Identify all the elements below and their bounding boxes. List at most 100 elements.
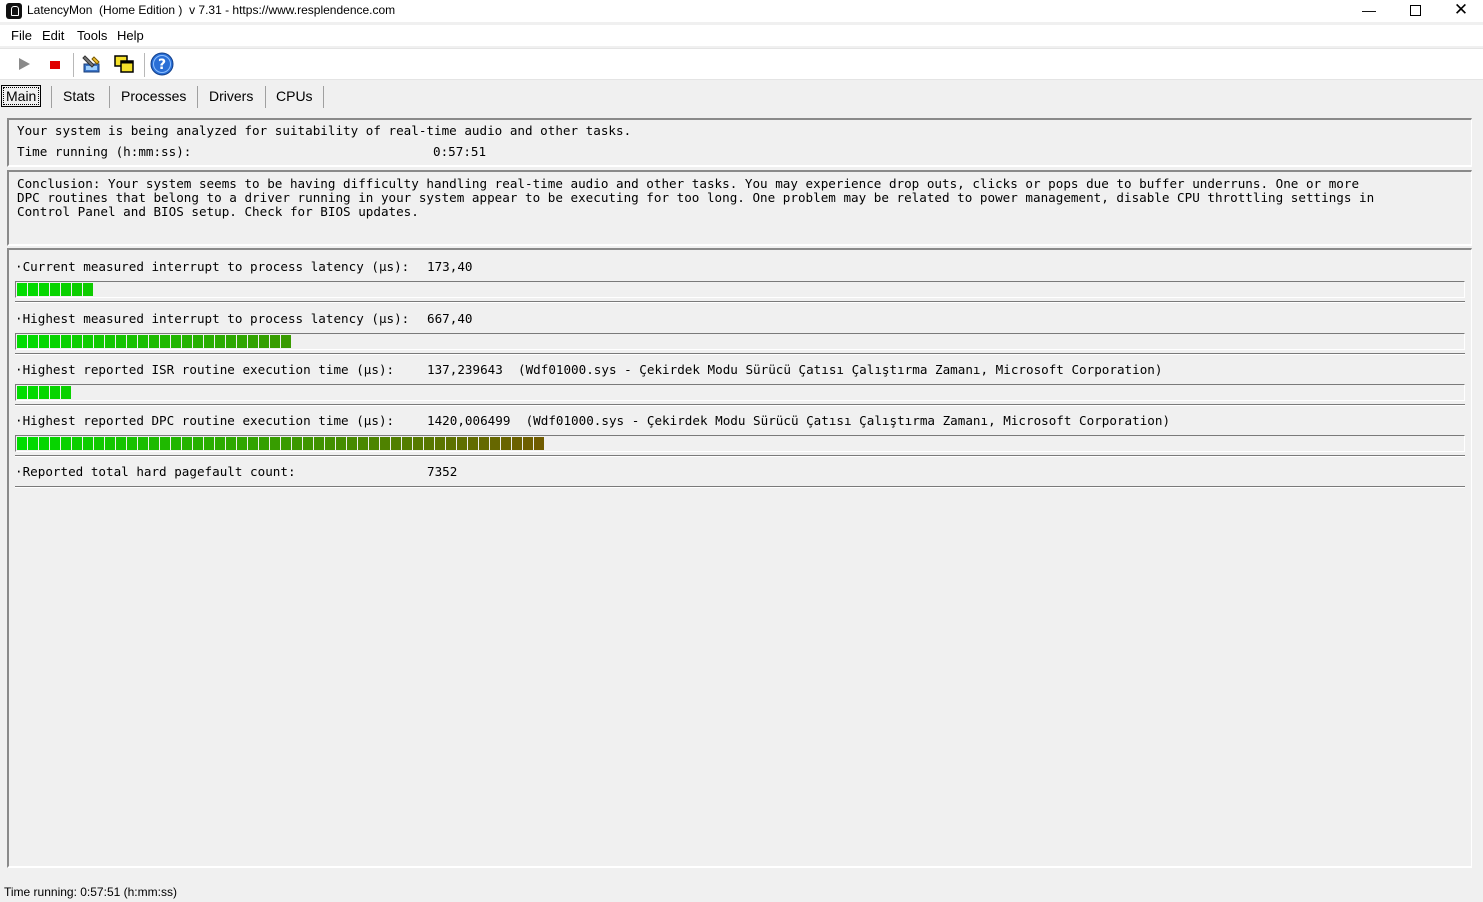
bar-segment: [380, 437, 390, 450]
bar-segment: [50, 386, 60, 399]
highest-latency-value: 667,40: [427, 311, 473, 326]
bar-segment: [105, 335, 115, 348]
highest-latency-bar: [15, 333, 1465, 350]
bar-segment: [391, 437, 401, 450]
bar-segment: [39, 386, 49, 399]
bar-segment: [204, 437, 214, 450]
tab-bar: Main Stats Processes Drivers CPUs: [0, 84, 1483, 110]
divider: [15, 455, 1465, 457]
bar-segment: [215, 335, 225, 348]
menu-file[interactable]: File: [11, 28, 32, 43]
bar-segment: [17, 283, 27, 296]
bar-segment: [50, 335, 60, 348]
dpc-time-label: ·Highest reported DPC routine execution …: [15, 413, 395, 428]
bar-segment: [83, 437, 93, 450]
bar-segment: [523, 437, 533, 450]
bar-segment: [39, 283, 49, 296]
bar-segment: [226, 437, 236, 450]
bar-segment: [94, 335, 104, 348]
divider: [15, 486, 1465, 488]
highest-latency-label: ·Highest measured interrupt to process l…: [15, 311, 410, 326]
bar-segment: [94, 437, 104, 450]
bar-segment: [17, 335, 27, 348]
bar-segment: [28, 335, 38, 348]
tab-divider: [51, 86, 52, 108]
bar-segment: [116, 437, 126, 450]
tab-stats[interactable]: Stats: [59, 84, 99, 108]
isr-time-value: 137,239643 (Wdf01000.sys - Çekirdek Modu…: [427, 362, 1163, 377]
tab-main[interactable]: Main: [1, 85, 42, 107]
toolbar-separator: [144, 53, 145, 77]
bar-segment: [72, 335, 82, 348]
close-button[interactable]: ✕: [1438, 0, 1483, 22]
tab-cpus[interactable]: CPUs: [272, 84, 317, 108]
bar-segment: [116, 335, 126, 348]
bar-segment: [61, 437, 71, 450]
tab-drivers[interactable]: Drivers: [205, 84, 257, 108]
bar-segment: [270, 437, 280, 450]
bar-segment: [39, 437, 49, 450]
conclusion-panel: Conclusion: Your system seems to be havi…: [7, 170, 1472, 246]
bar-segment: [171, 437, 181, 450]
bar-segment: [512, 437, 522, 450]
bar-segment: [160, 437, 170, 450]
tab-processes[interactable]: Processes: [117, 84, 190, 108]
title-bar: LatencyMon (Home Edition ) v 7.31 - http…: [0, 0, 1483, 22]
bar-segment: [83, 335, 93, 348]
bar-segment: [369, 437, 379, 450]
bar-segment: [83, 283, 93, 296]
bar-segment: [534, 437, 544, 450]
tab-divider: [323, 86, 324, 108]
minimize-button[interactable]: —: [1346, 0, 1392, 22]
isr-time-bar: [15, 384, 1465, 401]
menu-tools[interactable]: Tools: [77, 28, 107, 43]
maximize-button[interactable]: [1392, 0, 1438, 22]
bar-segment: [39, 335, 49, 348]
divider: [15, 353, 1465, 355]
current-latency-value: 173,40: [427, 259, 473, 274]
time-running-value: 0:57:51: [433, 144, 487, 159]
divider: [15, 301, 1465, 303]
bar-segment: [347, 437, 357, 450]
help-icon[interactable]: ?: [150, 52, 174, 76]
bar-segment: [292, 437, 302, 450]
window-title: LatencyMon (Home Edition ) v 7.31 - http…: [27, 3, 396, 17]
play-icon[interactable]: [13, 53, 35, 75]
conclusion-line-2: DPC routines that belong to a driver run…: [17, 190, 1375, 205]
tab-divider: [265, 86, 266, 108]
minimize-icon: —: [1362, 2, 1376, 18]
isr-time-label: ·Highest reported ISR routine execution …: [15, 362, 395, 377]
conclusion-line-3: Control Panel and BIOS setup. Check for …: [17, 204, 419, 219]
bar-segment: [28, 437, 38, 450]
conclusion-line-1: Conclusion: Your system seems to be havi…: [17, 176, 1360, 191]
bar-segment: [171, 335, 181, 348]
bar-segment: [413, 437, 423, 450]
windows-icon[interactable]: [113, 53, 135, 75]
dpc-time-bar: [15, 435, 1465, 452]
bar-segment: [424, 437, 434, 450]
bar-segment: [127, 335, 137, 348]
bar-segment: [336, 437, 346, 450]
bar-segment: [226, 335, 236, 348]
bar-segment: [61, 283, 71, 296]
stop-icon[interactable]: [44, 53, 66, 75]
menu-edit[interactable]: Edit: [42, 28, 64, 43]
bar-segment: [446, 437, 456, 450]
bar-segment: [72, 283, 82, 296]
bar-segment: [28, 283, 38, 296]
bar-segment: [204, 335, 214, 348]
bar-segment: [105, 437, 115, 450]
bar-segment: [17, 386, 27, 399]
bar-segment: [479, 437, 489, 450]
menu-help[interactable]: Help: [117, 28, 144, 43]
dpc-time-value: 1420,006499 (Wdf01000.sys - Çekirdek Mod…: [427, 413, 1171, 428]
bar-segment: [17, 437, 27, 450]
tools-icon[interactable]: [81, 53, 103, 75]
menu-bar: File Edit Tools Help: [0, 25, 1483, 46]
bar-segment: [182, 335, 192, 348]
pagefault-count-value: 7352: [427, 464, 458, 479]
bar-segment: [193, 335, 203, 348]
bar-segment: [490, 437, 500, 450]
bar-segment: [237, 437, 247, 450]
pagefault-count-label: ·Reported total hard pagefault count:: [15, 464, 296, 479]
